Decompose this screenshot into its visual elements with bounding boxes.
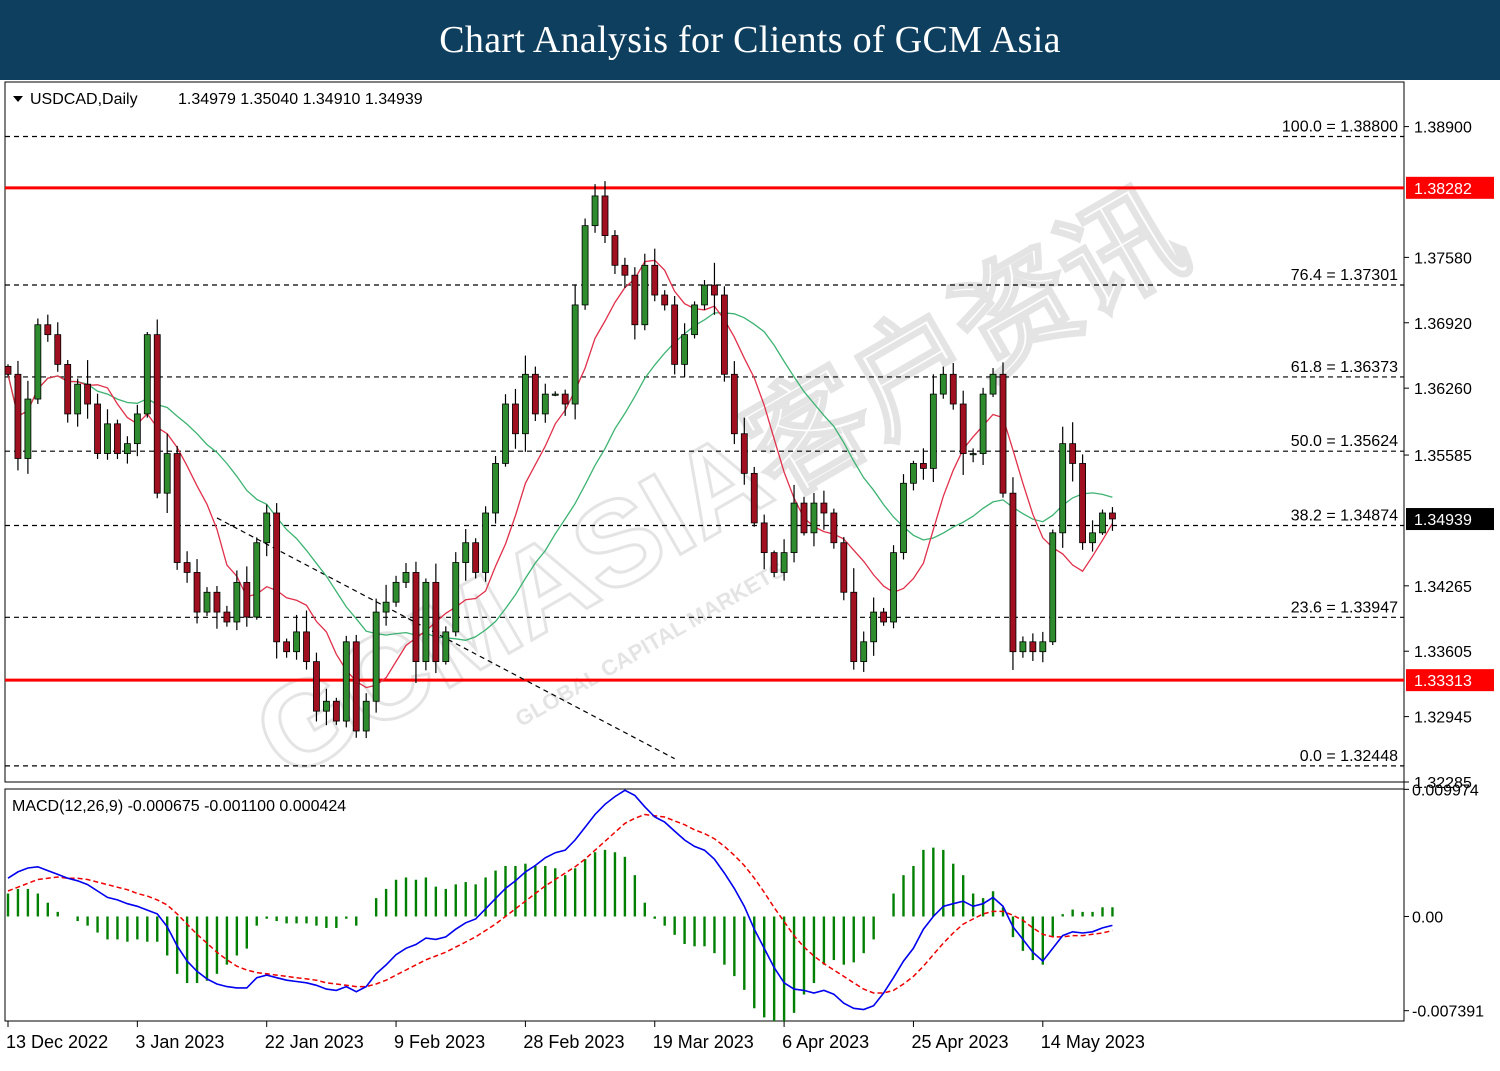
candle[interactable] xyxy=(64,360,72,423)
candle[interactable] xyxy=(313,652,320,722)
candle[interactable] xyxy=(173,445,181,570)
candle[interactable] xyxy=(1059,426,1067,548)
candle[interactable] xyxy=(372,598,380,713)
candle[interactable] xyxy=(143,331,151,418)
candle[interactable] xyxy=(442,626,450,665)
fib-label-1: 76.4 = 1.37301 xyxy=(1291,267,1398,284)
macd-panel[interactable] xyxy=(4,788,1405,1022)
fib-label-4: 38.2 = 1.34874 xyxy=(1291,507,1398,524)
price-tick-label: 1.37580 xyxy=(1414,250,1472,267)
candle[interactable] xyxy=(482,506,490,582)
level-price-badge-label-1: 1.33313 xyxy=(1414,673,1472,690)
price-tick-label: 1.36920 xyxy=(1414,316,1472,333)
date-tick-label: 25 Apr 2023 xyxy=(911,1032,1008,1052)
date-tick-label: 19 Mar 2023 xyxy=(653,1032,754,1052)
report-header: Chart Analysis for Clients of GCM Asia xyxy=(0,0,1500,80)
candle[interactable] xyxy=(721,286,728,382)
candle[interactable] xyxy=(502,394,509,467)
symbol-label: USDCAD,Daily xyxy=(30,91,138,108)
candle[interactable] xyxy=(750,466,758,527)
candle[interactable] xyxy=(979,387,987,465)
date-tick-label: 6 Apr 2023 xyxy=(782,1032,869,1052)
candle[interactable] xyxy=(14,360,22,471)
candle[interactable] xyxy=(900,474,907,560)
candle[interactable] xyxy=(452,552,460,637)
date-tick-label: 3 Jan 2023 xyxy=(135,1032,224,1052)
candle[interactable] xyxy=(531,366,539,422)
candle[interactable] xyxy=(691,301,698,339)
candle[interactable] xyxy=(581,218,589,310)
candle[interactable] xyxy=(890,545,897,629)
fib-label-5: 23.6 = 1.33947 xyxy=(1291,599,1398,616)
ohlc-readout: 1.34979 1.35040 1.34910 1.34939 xyxy=(178,91,423,108)
date-tick-label: 14 May 2023 xyxy=(1041,1032,1145,1052)
candle[interactable] xyxy=(472,538,480,579)
candle[interactable] xyxy=(571,284,579,420)
macd-tick-label: 0.009974 xyxy=(1412,782,1479,799)
candle[interactable] xyxy=(114,419,121,460)
price-tick-label: 1.35585 xyxy=(1414,448,1472,465)
trading-chart[interactable]: GCMASIA客户资讯 GLOBAL CAPITAL MARKETS 100.0… xyxy=(0,80,1500,1071)
price-tick-label: 1.38900 xyxy=(1414,120,1472,137)
date-tick-label: 13 Dec 2022 xyxy=(6,1032,108,1052)
price-tick-label: 1.32945 xyxy=(1414,710,1472,727)
candle[interactable] xyxy=(273,503,281,659)
fib-label-6: 0.0 = 1.32448 xyxy=(1300,748,1398,765)
candle[interactable] xyxy=(641,253,649,331)
current-price-label: 1.34939 xyxy=(1414,512,1472,529)
candle[interactable] xyxy=(1079,454,1086,550)
report-title: Chart Analysis for Clients of GCM Asia xyxy=(439,19,1061,61)
date-tick-label: 28 Feb 2023 xyxy=(523,1032,624,1052)
candle[interactable] xyxy=(671,296,679,375)
price-tick-label: 1.36260 xyxy=(1414,381,1472,398)
candle[interactable] xyxy=(1099,509,1106,535)
fib-label-0: 100.0 = 1.38800 xyxy=(1282,118,1398,135)
candle[interactable] xyxy=(34,318,42,404)
fib-label-3: 50.0 = 1.35624 xyxy=(1291,433,1398,450)
price-tick-label: 1.34265 xyxy=(1414,579,1472,596)
candle[interactable] xyxy=(1009,477,1017,670)
date-tick-label: 22 Jan 2023 xyxy=(265,1032,364,1052)
candle[interactable] xyxy=(332,697,340,725)
candle[interactable] xyxy=(153,319,161,499)
date-tick-label: 9 Feb 2023 xyxy=(394,1032,485,1052)
candle[interactable] xyxy=(830,508,838,549)
candle[interactable] xyxy=(253,537,261,620)
candle[interactable] xyxy=(999,362,1007,498)
macd-readout: MACD(12,26,9) -0.000675 -0.001100 0.0004… xyxy=(12,798,346,815)
level-price-badge-label-0: 1.38282 xyxy=(1414,181,1472,198)
candle[interactable] xyxy=(342,635,350,728)
macd-tick-label: 0.00 xyxy=(1412,909,1443,926)
candle[interactable] xyxy=(1049,529,1057,646)
candle[interactable] xyxy=(422,578,430,671)
candle[interactable] xyxy=(352,634,360,738)
macd-tick-label: -0.007391 xyxy=(1412,1004,1484,1021)
fib-label-2: 61.8 = 1.36373 xyxy=(1291,359,1398,376)
candle[interactable] xyxy=(840,537,848,601)
candle[interactable] xyxy=(5,364,12,377)
price-tick-label: 1.33605 xyxy=(1414,644,1472,661)
